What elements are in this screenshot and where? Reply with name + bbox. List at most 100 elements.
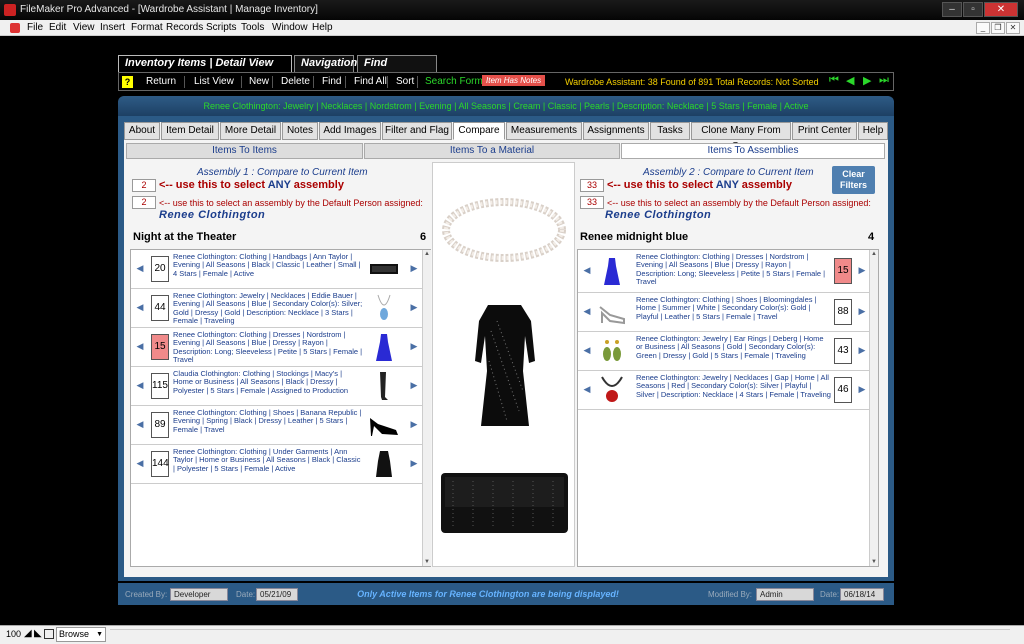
tab-tasks[interactable]: Tasks	[650, 122, 690, 140]
arrow-right-icon[interactable]: ▶	[408, 379, 420, 391]
tab-measurements[interactable]: Measurements	[506, 122, 582, 140]
tab-print-center[interactable]: Print Center	[792, 122, 857, 140]
menu-window[interactable]: Window	[272, 22, 308, 33]
zoom-level[interactable]: 100	[6, 629, 21, 639]
menu-help[interactable]: Help	[312, 22, 333, 33]
tab-notes[interactable]: Notes	[282, 122, 318, 140]
document-icon[interactable]	[10, 23, 20, 33]
tab-navigation[interactable]: Navigation	[294, 55, 357, 72]
tab-more-detail[interactable]: More Detail	[220, 122, 281, 140]
arrow-left-icon[interactable]: ◀	[134, 418, 146, 430]
tab-about[interactable]: About	[124, 122, 160, 140]
search-form-button[interactable]: Search Form	[425, 76, 483, 87]
arrow-right-icon[interactable]: ▶	[408, 418, 420, 430]
menu-format[interactable]: Format	[131, 22, 163, 33]
arrow-left-icon[interactable]: ◀	[134, 262, 146, 274]
list-item[interactable]: ◀ 89 Renee Clothington: Clothing | Shoes…	[131, 406, 430, 445]
menu-insert[interactable]: Insert	[100, 22, 125, 33]
created-date-field[interactable]: 05/21/09	[256, 588, 298, 601]
tab-assignments[interactable]: Assignments	[583, 122, 649, 140]
minimize-button[interactable]: –	[942, 2, 962, 17]
assembly1-person-select[interactable]: 2	[132, 196, 156, 209]
first-record-icon[interactable]: ⏮	[829, 74, 839, 87]
tab-compare[interactable]: Compare	[453, 122, 505, 140]
arrow-left-icon[interactable]: ◀	[581, 383, 593, 395]
arrow-right-icon[interactable]: ▶	[856, 305, 868, 317]
clear-filters-button[interactable]: Clear Filters	[832, 166, 875, 194]
maximize-button[interactable]: ▫	[963, 2, 983, 17]
last-record-icon[interactable]: ⏭	[879, 74, 889, 87]
mdi-restore-button[interactable]: ❐	[991, 22, 1005, 34]
previous-record-icon[interactable]: ◀	[846, 74, 854, 87]
next-record-icon[interactable]: ▶	[863, 74, 871, 87]
sort-button[interactable]: Sort	[396, 76, 414, 87]
arrow-right-icon[interactable]: ▶	[408, 340, 420, 352]
arrow-left-icon[interactable]: ◀	[134, 301, 146, 313]
list-item[interactable]: ◀ 20 Renee Clothington: Clothing | Handb…	[131, 250, 430, 289]
subtab-items-to-a-material[interactable]: Items To a Material	[364, 143, 620, 159]
tab-item-detail[interactable]: Item Detail	[161, 122, 219, 140]
find-all-button[interactable]: Find All	[354, 76, 387, 87]
arrow-right-icon[interactable]: ▶	[856, 383, 868, 395]
subtab-items-to-assemblies[interactable]: Items To Assemblies	[621, 143, 885, 159]
new-button[interactable]: New	[249, 76, 269, 87]
return-button[interactable]: Return	[146, 76, 176, 87]
arrow-right-icon[interactable]: ▶	[856, 344, 868, 356]
tab-clone-many-from-one[interactable]: Clone Many From One	[691, 122, 791, 152]
stockings-thumbnail	[380, 372, 388, 400]
arrow-left-icon[interactable]: ◀	[134, 340, 146, 352]
arrow-right-icon[interactable]: ▶	[408, 301, 420, 313]
arrow-left-icon[interactable]: ◀	[581, 344, 593, 356]
mdi-minimize-button[interactable]: _	[976, 22, 990, 34]
menu-records[interactable]: Records	[166, 22, 203, 33]
tab-inventory-items[interactable]: Inventory Items | Detail View Toolbar	[118, 55, 292, 84]
arrow-right-icon[interactable]: ▶	[408, 262, 420, 274]
menu-view[interactable]: View	[73, 22, 95, 33]
menu-tools[interactable]: Tools	[241, 22, 264, 33]
assembly2-any-select[interactable]: 33	[580, 179, 604, 192]
blue-dress-thumbnail	[376, 334, 392, 361]
zoom-out-icon[interactable]: ◢	[24, 628, 32, 639]
horizontal-scrollbar[interactable]	[110, 629, 1010, 640]
list-view-button[interactable]: List View	[194, 76, 234, 87]
assembly2-person-select[interactable]: 33	[580, 196, 604, 209]
tab-help[interactable]: Help	[858, 122, 888, 140]
list-item[interactable]: ◀ 144 Renee Clothington: Clothing | Unde…	[131, 445, 430, 484]
help-icon[interactable]: ?	[122, 76, 133, 88]
assembly1-scrollbar[interactable]: ▲ ▼	[422, 250, 431, 566]
delete-button[interactable]: Delete	[281, 76, 310, 87]
menu-scripts[interactable]: Scripts	[206, 22, 237, 33]
arrow-left-icon[interactable]: ◀	[581, 305, 593, 317]
mdi-close-button[interactable]: ✕	[1006, 22, 1020, 34]
list-item[interactable]: ◀ Renee Clothington: Jewelry | Ear Rings…	[578, 332, 878, 371]
menu-file[interactable]: File	[27, 22, 43, 33]
status-toolbar-toggle-icon[interactable]	[44, 629, 54, 639]
assembly2-scrollbar[interactable]: ▲ ▼	[869, 250, 878, 566]
tab-find-functions[interactable]: Find Functions	[357, 55, 437, 84]
list-item[interactable]: ◀ 15 Renee Clothington: Clothing | Dress…	[131, 328, 430, 367]
assembly1-any-select[interactable]: 2	[132, 179, 156, 192]
created-by-field[interactable]: Developer	[170, 588, 228, 601]
list-item[interactable]: ◀ Renee Clothington: Clothing | Shoes | …	[578, 293, 878, 332]
list-item[interactable]: ◀ Renee Clothington: Jewelry | Necklaces…	[578, 371, 878, 410]
assembly1-person-label: <-- use this to select an assembly by th…	[159, 198, 423, 208]
arrow-left-icon[interactable]: ◀	[581, 264, 593, 276]
list-item[interactable]: ◀ 44 Renee Clothington: Jewelry | Neckla…	[131, 289, 430, 328]
list-item[interactable]: ◀ 115 Claudia Clothington: Clothing | St…	[131, 367, 430, 406]
list-item[interactable]: ◀ Renee Clothington: Clothing | Dresses …	[578, 250, 878, 293]
arrow-left-icon[interactable]: ◀	[134, 379, 146, 391]
tab-add-images[interactable]: Add Images	[319, 122, 381, 140]
arrow-left-icon[interactable]: ◀	[134, 457, 146, 469]
mode-select[interactable]: Browse ▼	[56, 627, 106, 642]
tab-filter-and-flag[interactable]: Filter and Flag	[382, 122, 452, 140]
arrow-right-icon[interactable]: ▶	[856, 264, 868, 276]
zoom-in-icon[interactable]: ◣	[34, 628, 42, 639]
find-button[interactable]: Find	[322, 76, 341, 87]
modified-by-field[interactable]: Admin	[756, 588, 814, 601]
item-has-notes-badge[interactable]: Item Has Notes	[482, 75, 546, 86]
modified-date-field[interactable]: 06/18/14	[840, 588, 884, 601]
close-button[interactable]: ✕	[984, 2, 1018, 17]
subtab-items-to-items[interactable]: Items To Items	[126, 143, 363, 159]
arrow-right-icon[interactable]: ▶	[408, 457, 420, 469]
menu-edit[interactable]: Edit	[49, 22, 66, 33]
